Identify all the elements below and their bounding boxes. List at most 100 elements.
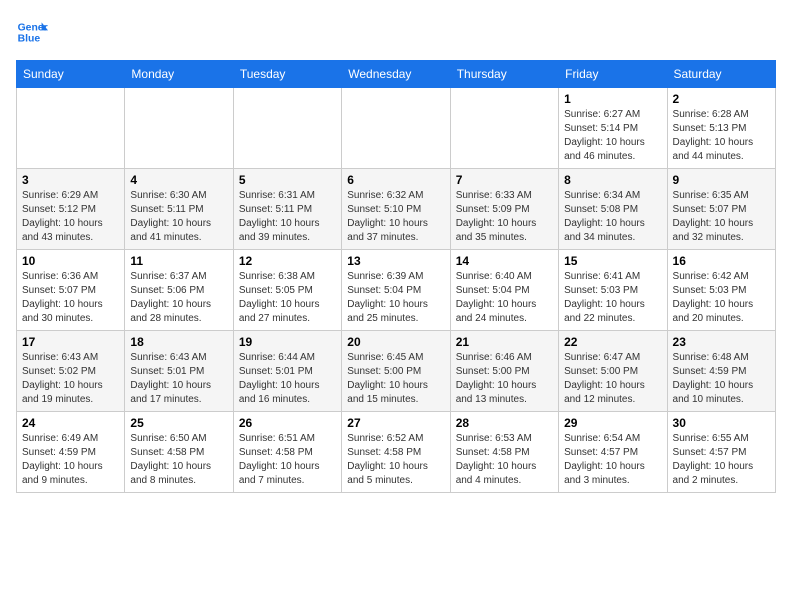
day-number: 22 — [564, 335, 661, 349]
day-info: Sunrise: 6:48 AM Sunset: 4:59 PM Dayligh… — [673, 351, 770, 407]
day-info: Sunrise: 6:40 AM Sunset: 5:04 PM Dayligh… — [456, 270, 553, 326]
calendar-cell — [342, 88, 450, 169]
day-number: 27 — [347, 416, 444, 430]
calendar-cell — [17, 88, 125, 169]
day-number: 2 — [673, 92, 770, 106]
calendar-cell: 10 Sunrise: 6:36 AM Sunset: 5:07 PM Dayli… — [17, 250, 125, 331]
calendar-cell: 11 Sunrise: 6:37 AM Sunset: 5:06 PM Dayli… — [125, 250, 233, 331]
day-number: 25 — [130, 416, 227, 430]
day-number: 16 — [673, 254, 770, 268]
day-info: Sunrise: 6:36 AM Sunset: 5:07 PM Dayligh… — [22, 270, 119, 326]
day-info: Sunrise: 6:50 AM Sunset: 4:58 PM Dayligh… — [130, 432, 227, 488]
day-info: Sunrise: 6:37 AM Sunset: 5:06 PM Dayligh… — [130, 270, 227, 326]
day-info: Sunrise: 6:49 AM Sunset: 4:59 PM Dayligh… — [22, 432, 119, 488]
calendar-cell: 22 Sunrise: 6:47 AM Sunset: 5:00 PM Dayli… — [559, 331, 667, 412]
calendar-cell: 30 Sunrise: 6:55 AM Sunset: 4:57 PM Dayli… — [667, 412, 775, 493]
day-number: 19 — [239, 335, 336, 349]
svg-text:Blue: Blue — [18, 34, 41, 45]
logo: General Blue — [16, 16, 48, 48]
day-info: Sunrise: 6:32 AM Sunset: 5:10 PM Dayligh… — [347, 189, 444, 245]
calendar-cell: 13 Sunrise: 6:39 AM Sunset: 5:04 PM Dayli… — [342, 250, 450, 331]
calendar: SundayMondayTuesdayWednesdayThursdayFrid… — [16, 60, 776, 493]
day-number: 7 — [456, 173, 553, 187]
calendar-cell: 7 Sunrise: 6:33 AM Sunset: 5:09 PM Daylig… — [450, 169, 558, 250]
day-number: 1 — [564, 92, 661, 106]
header: General Blue — [16, 16, 776, 48]
day-of-week-header: Friday — [559, 61, 667, 88]
day-number: 12 — [239, 254, 336, 268]
day-of-week-header: Monday — [125, 61, 233, 88]
calendar-cell: 28 Sunrise: 6:53 AM Sunset: 4:58 PM Dayli… — [450, 412, 558, 493]
day-info: Sunrise: 6:54 AM Sunset: 4:57 PM Dayligh… — [564, 432, 661, 488]
day-number: 8 — [564, 173, 661, 187]
day-info: Sunrise: 6:35 AM Sunset: 5:07 PM Dayligh… — [673, 189, 770, 245]
calendar-cell: 15 Sunrise: 6:41 AM Sunset: 5:03 PM Dayli… — [559, 250, 667, 331]
calendar-cell: 21Sunrise: 6:46 AM Sunset: 5:00 PM Dayli… — [450, 331, 558, 412]
day-number: 28 — [456, 416, 553, 430]
calendar-cell — [450, 88, 558, 169]
calendar-cell: 27Sunrise: 6:52 AM Sunset: 4:58 PM Dayli… — [342, 412, 450, 493]
calendar-cell: 12 Sunrise: 6:38 AM Sunset: 5:05 PM Dayli… — [233, 250, 341, 331]
day-number: 10 — [22, 254, 119, 268]
calendar-cell: 29 Sunrise: 6:54 AM Sunset: 4:57 PM Dayli… — [559, 412, 667, 493]
day-of-week-header: Wednesday — [342, 61, 450, 88]
day-number: 13 — [347, 254, 444, 268]
calendar-cell: 20 Sunrise: 6:45 AM Sunset: 5:00 PM Dayli… — [342, 331, 450, 412]
calendar-cell: 2 Sunrise: 6:28 AM Sunset: 5:13 PM Daylig… — [667, 88, 775, 169]
day-number: 24 — [22, 416, 119, 430]
day-number: 9 — [673, 173, 770, 187]
calendar-cell: 24 Sunrise: 6:49 AM Sunset: 4:59 PM Dayli… — [17, 412, 125, 493]
day-number: 30 — [673, 416, 770, 430]
day-info: Sunrise: 6:51 AM Sunset: 4:58 PM Dayligh… — [239, 432, 336, 488]
calendar-cell: 1Sunrise: 6:27 AM Sunset: 5:14 PM Daylig… — [559, 88, 667, 169]
day-number: 29 — [564, 416, 661, 430]
calendar-cell: 3Sunrise: 6:29 AM Sunset: 5:12 PM Daylig… — [17, 169, 125, 250]
calendar-cell: 23 Sunrise: 6:48 AM Sunset: 4:59 PM Dayli… — [667, 331, 775, 412]
day-info: Sunrise: 6:45 AM Sunset: 5:00 PM Dayligh… — [347, 351, 444, 407]
day-number: 21 — [456, 335, 553, 349]
day-of-week-header: Thursday — [450, 61, 558, 88]
day-number: 3 — [22, 173, 119, 187]
day-number: 18 — [130, 335, 227, 349]
calendar-cell: 25 Sunrise: 6:50 AM Sunset: 4:58 PM Dayli… — [125, 412, 233, 493]
day-info: Sunrise: 6:43 AM Sunset: 5:02 PM Dayligh… — [22, 351, 119, 407]
day-info: Sunrise: 6:39 AM Sunset: 5:04 PM Dayligh… — [347, 270, 444, 326]
day-number: 17 — [22, 335, 119, 349]
day-of-week-header: Sunday — [17, 61, 125, 88]
day-info: Sunrise: 6:31 AM Sunset: 5:11 PM Dayligh… — [239, 189, 336, 245]
day-info: Sunrise: 6:55 AM Sunset: 4:57 PM Dayligh… — [673, 432, 770, 488]
calendar-cell: 9 Sunrise: 6:35 AM Sunset: 5:07 PM Daylig… — [667, 169, 775, 250]
day-number: 5 — [239, 173, 336, 187]
day-number: 14 — [456, 254, 553, 268]
day-info: Sunrise: 6:33 AM Sunset: 5:09 PM Dayligh… — [456, 189, 553, 245]
day-info: Sunrise: 6:38 AM Sunset: 5:05 PM Dayligh… — [239, 270, 336, 326]
day-number: 20 — [347, 335, 444, 349]
day-number: 26 — [239, 416, 336, 430]
calendar-cell: 16 Sunrise: 6:42 AM Sunset: 5:03 PM Dayli… — [667, 250, 775, 331]
calendar-cell: 14 Sunrise: 6:40 AM Sunset: 5:04 PM Dayli… — [450, 250, 558, 331]
day-info: Sunrise: 6:47 AM Sunset: 5:00 PM Dayligh… — [564, 351, 661, 407]
calendar-cell: 6 Sunrise: 6:32 AM Sunset: 5:10 PM Daylig… — [342, 169, 450, 250]
day-info: Sunrise: 6:41 AM Sunset: 5:03 PM Dayligh… — [564, 270, 661, 326]
day-info: Sunrise: 6:28 AM Sunset: 5:13 PM Dayligh… — [673, 108, 770, 164]
day-number: 4 — [130, 173, 227, 187]
day-info: Sunrise: 6:44 AM Sunset: 5:01 PM Dayligh… — [239, 351, 336, 407]
calendar-cell: 18 Sunrise: 6:43 AM Sunset: 5:01 PM Dayli… — [125, 331, 233, 412]
calendar-cell: 4Sunrise: 6:30 AM Sunset: 5:11 PM Daylig… — [125, 169, 233, 250]
calendar-cell: 17 Sunrise: 6:43 AM Sunset: 5:02 PM Dayli… — [17, 331, 125, 412]
day-info: Sunrise: 6:42 AM Sunset: 5:03 PM Dayligh… — [673, 270, 770, 326]
calendar-cell — [233, 88, 341, 169]
day-of-week-header: Tuesday — [233, 61, 341, 88]
day-of-week-header: Saturday — [667, 61, 775, 88]
day-info: Sunrise: 6:43 AM Sunset: 5:01 PM Dayligh… — [130, 351, 227, 407]
calendar-cell: 5 Sunrise: 6:31 AM Sunset: 5:11 PM Daylig… — [233, 169, 341, 250]
day-number: 15 — [564, 254, 661, 268]
day-number: 6 — [347, 173, 444, 187]
calendar-cell: 26 Sunrise: 6:51 AM Sunset: 4:58 PM Dayli… — [233, 412, 341, 493]
day-number: 23 — [673, 335, 770, 349]
calendar-cell — [125, 88, 233, 169]
day-info: Sunrise: 6:53 AM Sunset: 4:58 PM Dayligh… — [456, 432, 553, 488]
calendar-cell: 19 Sunrise: 6:44 AM Sunset: 5:01 PM Dayli… — [233, 331, 341, 412]
day-number: 11 — [130, 254, 227, 268]
calendar-cell: 8Sunrise: 6:34 AM Sunset: 5:08 PM Daylig… — [559, 169, 667, 250]
